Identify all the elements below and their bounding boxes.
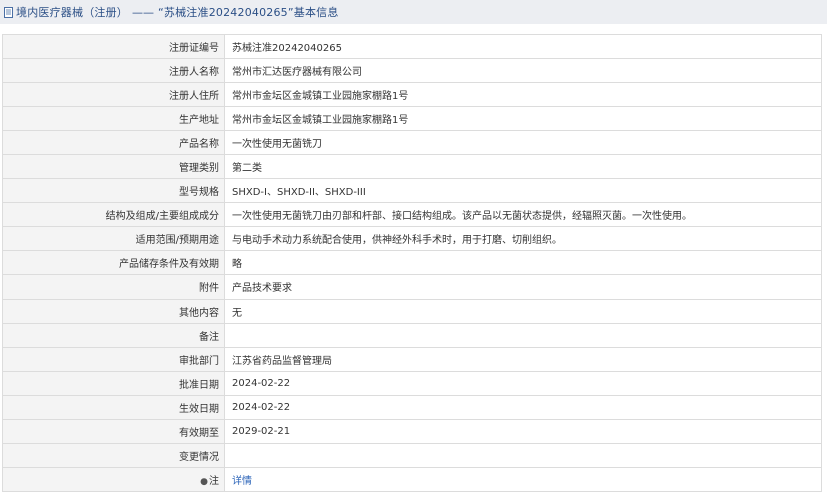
table-row: 产品名称 一次性使用无菌铣刀 xyxy=(2,130,822,156)
table-row: 管理类别 第二类 xyxy=(2,154,822,180)
table-row: 其他内容无 xyxy=(2,298,822,324)
field-value: 苏械注准20242040265 xyxy=(224,33,822,60)
table-row: 注册人名称 常州市汇达医疗器械有限公司 xyxy=(2,58,822,84)
field-label: 注册人名称 xyxy=(2,58,225,84)
field-value xyxy=(224,442,822,468)
field-label: 注册证编号 xyxy=(2,33,225,60)
table-row: 适用范围/预期用途 与电动手术动力系统配合使用，供神经外科手术时，用于打磨、切削组… xyxy=(2,226,822,252)
table-row: 有效期至 2029-02-21 xyxy=(2,418,822,444)
field-value xyxy=(224,322,822,348)
field-value: SHXD-I、SHXD-II、SHXD-III xyxy=(224,178,822,204)
field-label: 生产地址 xyxy=(2,106,225,132)
field-label: 批准日期 xyxy=(2,370,225,396)
field-label: 型号规格 xyxy=(2,178,225,204)
field-value: 产品技术要求 xyxy=(224,274,822,300)
document-icon xyxy=(4,6,13,18)
field-value: 江苏省药品监督管理局 xyxy=(224,346,822,372)
table-row: 注册人住所 常州市金坛区金城镇工业园施家棚路1号 xyxy=(2,82,822,108)
note-label: 注 xyxy=(209,475,219,487)
field-value: 无 xyxy=(224,298,822,324)
field-value: 第二类 xyxy=(224,154,822,180)
field-label: 管理类别 xyxy=(2,154,225,180)
table-row: 产品储存条件及有效期略 xyxy=(2,250,822,276)
field-label: 变更情况 xyxy=(2,442,225,468)
pin-icon: ● xyxy=(200,476,208,487)
field-label: 注册人住所 xyxy=(2,82,225,108)
table-row: 生产地址 常州市金坛区金城镇工业园施家棚路1号 xyxy=(2,106,822,132)
table-row: 生效日期 2024-02-22 xyxy=(2,394,822,420)
info-table: 注册证编号 苏械注准20242040265 注册人名称 常州市汇达医疗器械有限公司 注册… xyxy=(2,33,822,492)
field-label: 备注 xyxy=(2,322,225,348)
field-label: 审批部门 xyxy=(2,346,225,372)
field-label: 生效日期 xyxy=(2,394,225,420)
details-link[interactable]: 详情 xyxy=(232,476,252,487)
note-row: ●注 详情 xyxy=(2,466,822,492)
field-value: 与电动手术动力系统配合使用，供神经外科手术时，用于打磨、切削组织。 xyxy=(224,226,822,252)
table-row: 注册证编号 苏械注准20242040265 xyxy=(2,33,822,60)
table-row: 型号规格 SHXD-I、SHXD-II、SHXD-III xyxy=(2,178,822,204)
field-value: 常州市金坛区金城镇工业园施家棚路1号 xyxy=(224,82,822,108)
field-label: 产品名称 xyxy=(2,130,225,156)
field-label: 附件 xyxy=(2,274,225,300)
header-record-title: “苏械注准20242040265”基本信息 xyxy=(158,6,339,19)
note-value-cell: 详情 xyxy=(224,466,822,492)
table-row: 变更情况 xyxy=(2,442,822,468)
page-header: 境内医疗器械（注册） —— “苏械注准20242040265”基本信息 xyxy=(0,0,827,24)
field-label: 结构及组成/主要组成成分 xyxy=(2,202,225,228)
field-label: 有效期至 xyxy=(2,418,225,444)
note-label-cell: ●注 xyxy=(2,466,225,492)
table-row: 结构及组成/主要组成成分 一次性使用无菌铣刀由刃部和杆部、接口结构组成。该产品以无… xyxy=(2,202,822,228)
field-value: 2024-02-22 xyxy=(224,394,822,420)
field-value: 一次性使用无菌铣刀 xyxy=(224,130,822,156)
field-value: 略 xyxy=(224,250,822,276)
field-label: 产品储存条件及有效期 xyxy=(2,250,225,276)
table-row: 附件 产品技术要求 xyxy=(2,274,822,300)
field-value: 一次性使用无菌铣刀由刃部和杆部、接口结构组成。该产品以无菌状态提供，经辐照灭菌。… xyxy=(224,202,822,228)
field-value: 2029-02-21 xyxy=(224,418,822,444)
field-value: 常州市金坛区金城镇工业园施家棚路1号 xyxy=(224,106,822,132)
header-separator: —— xyxy=(132,5,154,19)
field-value: 常州市汇达医疗器械有限公司 xyxy=(224,58,822,84)
table-row: 备注 xyxy=(2,322,822,348)
table-row: 批准日期 2024-02-22 xyxy=(2,370,822,396)
field-value: 2024-02-22 xyxy=(224,370,822,396)
table-row: 审批部门 江苏省药品监督管理局 xyxy=(2,346,822,372)
field-label: 其他内容 xyxy=(2,298,225,324)
header-section: 境内医疗器械（注册） xyxy=(16,6,128,19)
field-label: 适用范围/预期用途 xyxy=(2,226,225,252)
